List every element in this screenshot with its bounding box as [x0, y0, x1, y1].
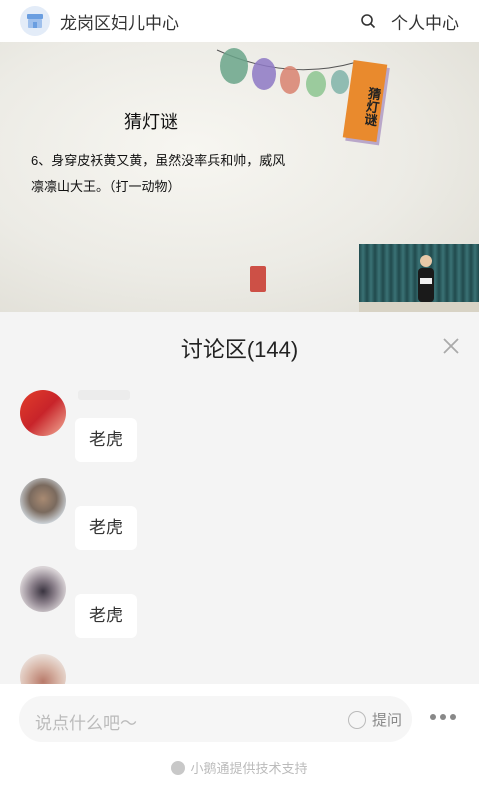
ask-label: 提问	[371, 712, 402, 729]
support-text: 小鹅通提供技术支持	[190, 761, 308, 776]
chat-bubble: 老虎	[75, 594, 137, 638]
live-video-stage[interactable]: 猜灯谜 猜灯谜 6、身穿皮袄黄又黄，虽然没率兵和帅，威风凛凛山大王。（打一动物）	[0, 42, 479, 312]
store-logo-icon[interactable]	[20, 6, 50, 36]
close-icon[interactable]	[441, 336, 461, 356]
riddle-text: 6、身穿皮袄黄又黄，虽然没率兵和帅，威风凛凛山大王。（打一动物）	[31, 153, 286, 194]
chat-bubble: 老虎	[75, 418, 137, 462]
stage-table	[359, 302, 479, 312]
comment-input[interactable]: 说点什么吧～ 提问	[19, 696, 412, 742]
search-icon[interactable]	[357, 10, 379, 32]
presenter-video-thumbnail[interactable]	[359, 244, 479, 312]
nickname-placeholder	[78, 390, 130, 400]
avatar[interactable]	[20, 566, 66, 612]
xiaoetong-logo-icon	[171, 760, 186, 775]
avatar[interactable]	[20, 390, 66, 436]
seal-stamp	[250, 266, 266, 292]
avatar[interactable]	[20, 478, 66, 524]
discussion-panel: 讨论区(144) 老虎 老虎 老虎	[0, 312, 479, 684]
app-title: 龙岗区妇儿中心	[60, 13, 179, 33]
more-options-icon[interactable]	[430, 714, 456, 720]
ask-checkbox-icon[interactable]	[347, 710, 366, 729]
tech-support-note: 小鹅通提供技术支持	[0, 758, 479, 777]
lanterns-decoration	[216, 48, 358, 97]
top-header: 龙岗区妇儿中心 个人中心	[0, 0, 479, 42]
ask-question-toggle[interactable]: 提问	[347, 709, 402, 730]
personal-center-link[interactable]: 个人中心	[391, 9, 459, 34]
discussion-header: 讨论区(144)	[0, 312, 479, 384]
avatar[interactable]	[20, 654, 66, 684]
comment-placeholder: 说点什么吧～	[35, 714, 137, 733]
chat-footer: 说点什么吧～ 提问 小鹅通提供技术支持	[0, 684, 479, 790]
discussion-title: 讨论区(144)	[180, 337, 299, 362]
chat-bubble: 老虎	[75, 506, 137, 550]
slide-title: 猜灯谜	[124, 112, 178, 132]
